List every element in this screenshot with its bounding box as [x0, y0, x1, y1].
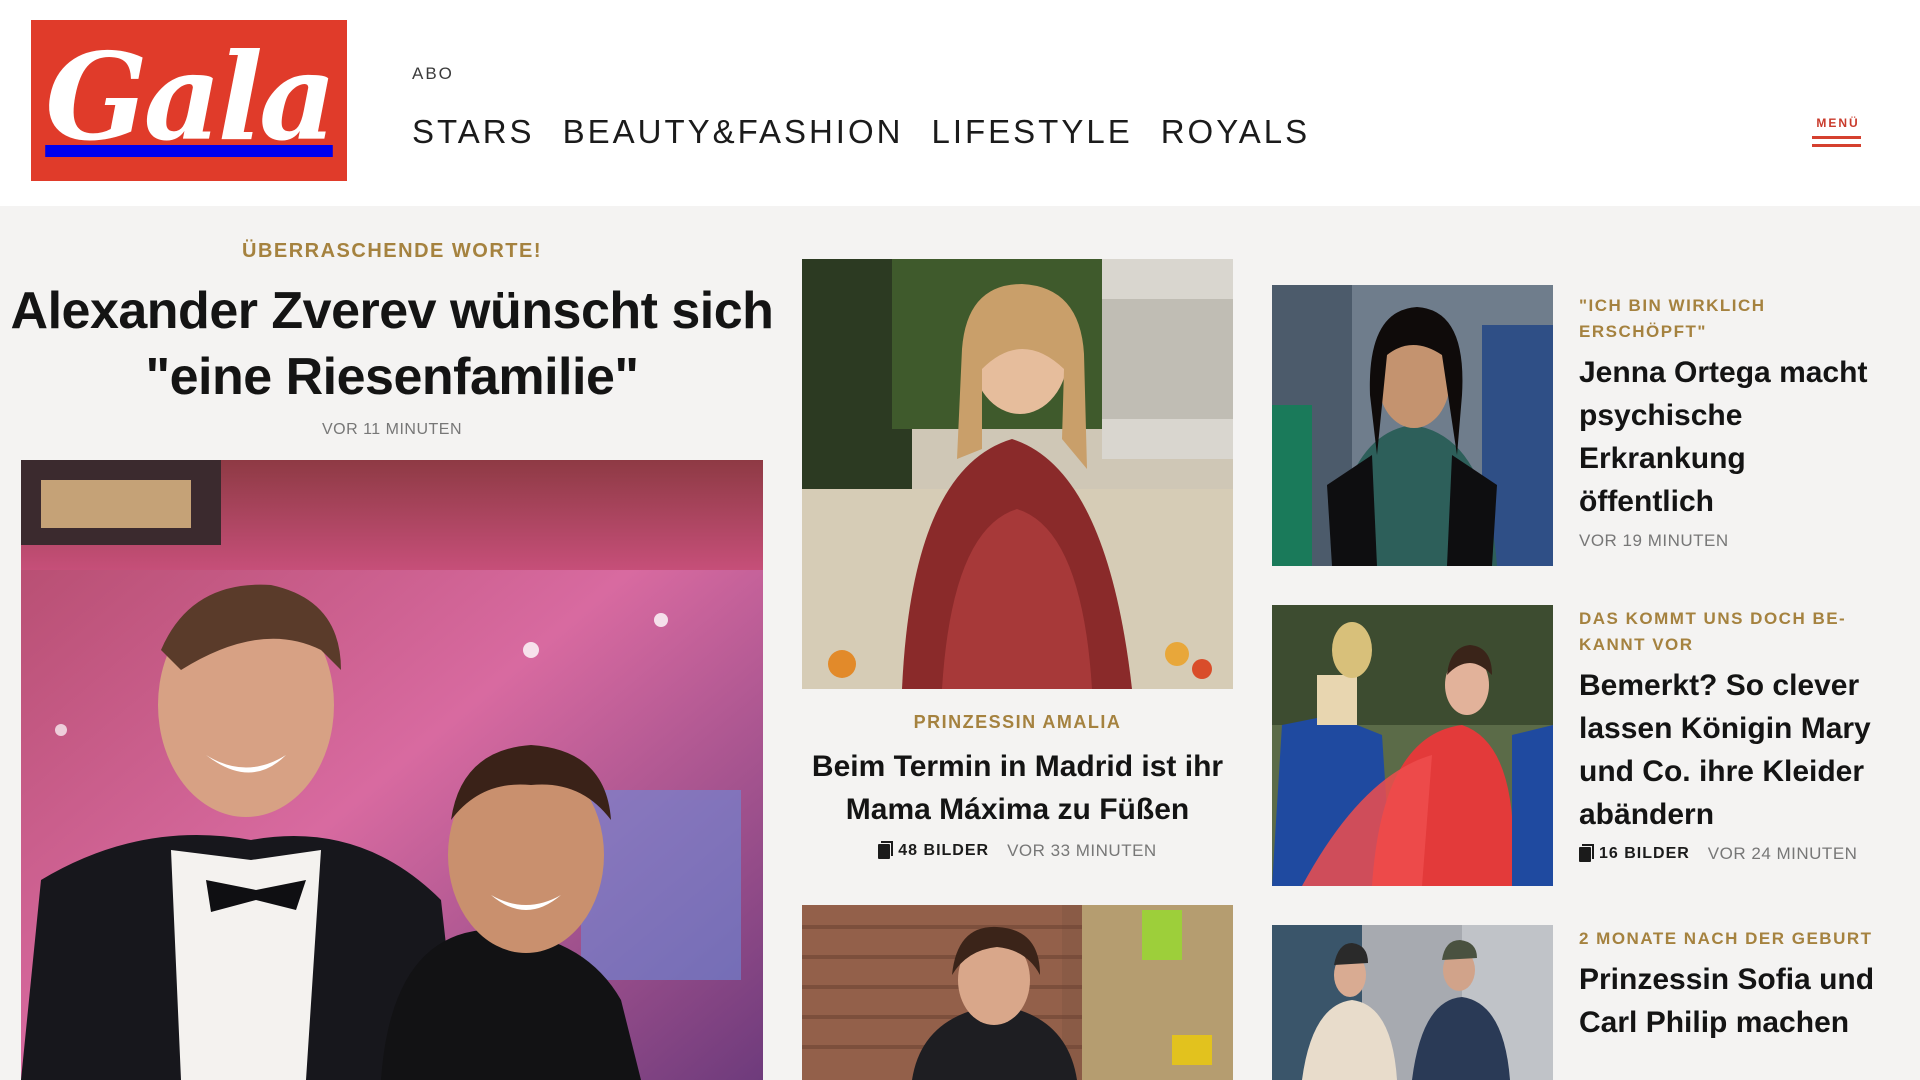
- mary-meta: 16 BILDER VOR 24 MINUTEN: [1579, 843, 1879, 864]
- lead-timestamp: VOR 11 MINUTEN: [321, 421, 463, 438]
- mary-teaser: DAS KOMMT UNS DOCH BE-KANNT VOR Bemerkt?…: [1579, 606, 1879, 864]
- ortega-timestamp: VOR 19 MINUTEN: [1579, 531, 1729, 550]
- site-header: Gala ABO STARS BEAUTY&FASHION LIFESTYLE …: [0, 0, 1920, 206]
- logo-text: Gala: [45, 26, 337, 168]
- lead-kicker[interactable]: ÜBERRASCHENDE WORTE!: [0, 240, 784, 263]
- sofia-kicker[interactable]: 2 MONATE NACH DER GEBURT: [1579, 926, 1879, 952]
- sofia-teaser: 2 MONATE NACH DER GEBURT Prinzessin Sofi…: [1579, 926, 1879, 1044]
- gallery-count[interactable]: 48 BILDER: [878, 840, 990, 860]
- nav-item-beauty-fashion[interactable]: BEAUTY&FASHION: [563, 113, 904, 151]
- gallery-icon: [878, 840, 894, 859]
- nav-item-royals[interactable]: ROYALS: [1161, 113, 1310, 151]
- menu-button[interactable]: MENÜ: [1812, 116, 1864, 158]
- amalia-kicker[interactable]: PRINZESSIN AMALIA: [802, 712, 1233, 733]
- amalia-meta: 48 BILDER VOR 33 MINUTEN: [802, 840, 1233, 861]
- lead-headline[interactable]: Alexander Zverev wünscht sich "eine Ries…: [0, 278, 784, 410]
- mary-headline[interactable]: Bemerkt? So clever lassen Königin Mary u…: [1579, 664, 1879, 836]
- abo-link[interactable]: ABO: [412, 64, 454, 84]
- ortega-meta: VOR 19 MINUTEN: [1579, 531, 1879, 551]
- ortega-teaser: "ICH BIN WIRKLICH ERSCHÖPFT" Jenna Orteg…: [1579, 293, 1879, 551]
- lead-photo[interactable]: [21, 460, 763, 1080]
- nav-item-lifestyle[interactable]: LIFESTYLE: [931, 113, 1132, 151]
- mary-photo[interactable]: [1272, 605, 1553, 886]
- hamburger-icon: [1812, 136, 1861, 139]
- ortega-photo[interactable]: [1272, 285, 1553, 566]
- amalia-timestamp: VOR 33 MINUTEN: [1007, 841, 1157, 860]
- menu-label: MENÜ: [1816, 116, 1860, 130]
- gala-logo[interactable]: Gala: [31, 20, 347, 181]
- mary-kicker[interactable]: DAS KOMMT UNS DOCH BE-KANNT VOR: [1579, 606, 1879, 658]
- hamburger-icon-bar: [1812, 144, 1861, 147]
- amalia-photo[interactable]: [802, 259, 1233, 689]
- main-nav: STARS BEAUTY&FASHION LIFESTYLE ROYALS: [412, 113, 1310, 151]
- gallery-icon: [1579, 843, 1594, 862]
- ortega-headline[interactable]: Jenna Ortega macht psychische Erkrankung…: [1579, 351, 1879, 523]
- mary-gallery-count[interactable]: 16 BILDER: [1579, 843, 1690, 863]
- sofia-headline[interactable]: Prinzessin Sofia und Carl Philip machen: [1579, 958, 1879, 1044]
- ortega-kicker[interactable]: "ICH BIN WIRKLICH ERSCHÖPFT": [1579, 293, 1879, 345]
- eugenie-photo[interactable]: [802, 905, 1233, 1080]
- mary-timestamp: VOR 24 MINUTEN: [1707, 844, 1858, 863]
- amalia-headline[interactable]: Beim Termin in Madrid ist ihr Mama Máxim…: [802, 745, 1233, 831]
- mary-gallery-label: 16 BILDER: [1599, 845, 1690, 862]
- gallery-count-label: 48 BILDER: [898, 842, 990, 859]
- nav-item-stars[interactable]: STARS: [412, 113, 535, 151]
- sofia-photo[interactable]: [1272, 925, 1553, 1080]
